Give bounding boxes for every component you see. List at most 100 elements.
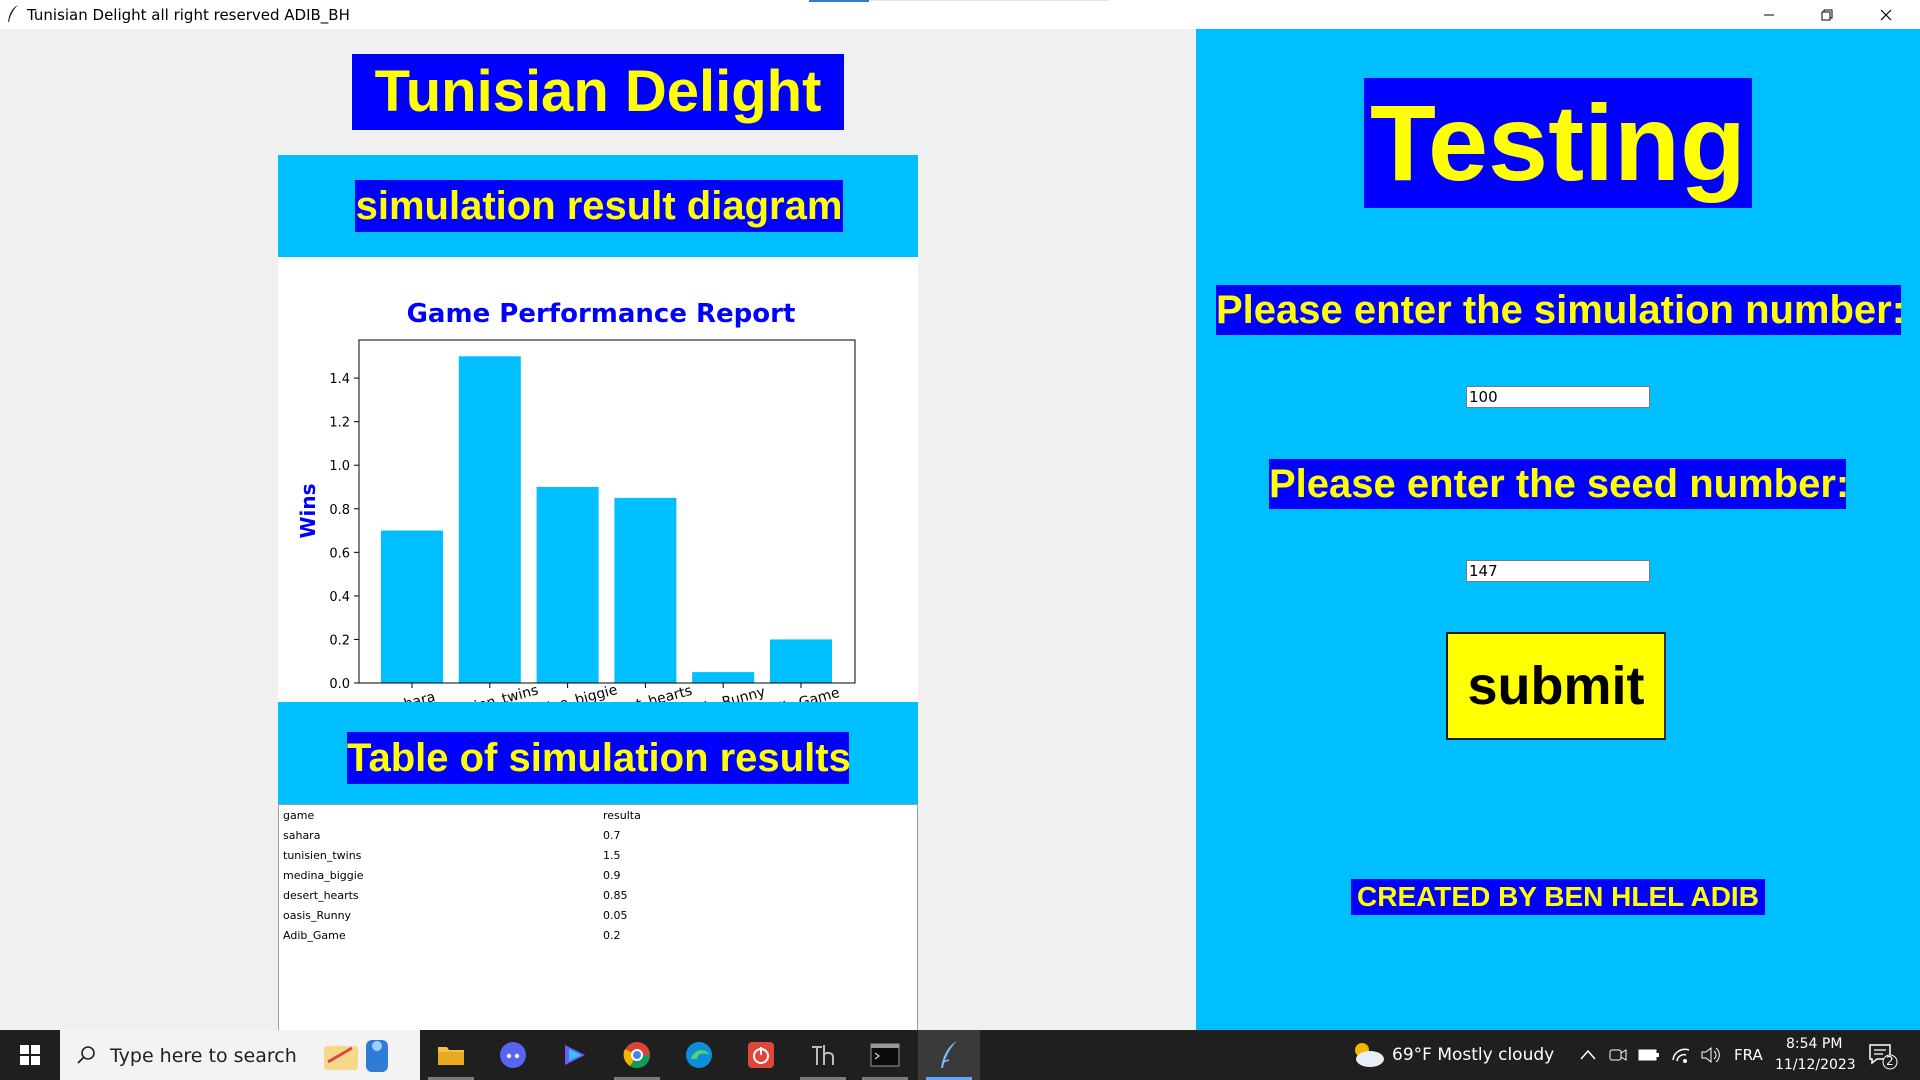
diagram-label: simulation result diagram [355,180,843,232]
taskbar-power-app[interactable] [730,1030,792,1080]
column-header-resulta[interactable]: resulta [603,809,641,822]
taskbar-chrome[interactable] [606,1030,668,1080]
start-button[interactable] [0,1030,60,1080]
table-header-row: game resulta [279,805,917,825]
cell-result: 0.05 [603,909,628,922]
y-tick-label: 0.6 [329,546,350,561]
taskbar: Type here to search 69°F Mostly cloudy F… [0,1030,1920,1080]
bar-medina_biggie [536,487,599,683]
testing-title: Testing [1364,78,1752,208]
table-row[interactable]: medina_biggie 0.9 [279,865,917,885]
volume-icon[interactable] [1700,1046,1720,1064]
chart-title: Game Performance Report [407,299,796,329]
right-pane: Testing Please enter the simulation numb… [1196,29,1920,1030]
submit-button[interactable]: submit [1446,632,1666,740]
python-feather-icon [941,1041,957,1068]
search-icon [77,1046,95,1064]
window-title: Tunisian Delight all right reserved ADIB… [27,6,350,24]
simulation-number-label: Please enter the simulation number: [1216,285,1905,335]
table-row[interactable]: tunisien_twins 1.5 [279,845,917,865]
y-tick-label: 0.4 [329,590,350,605]
table-row[interactable]: desert_hearts 0.85 [279,885,917,905]
table-label: Table of simulation results [347,732,851,784]
cell-result: 0.85 [603,889,628,902]
search-highlight-icon [324,1040,388,1072]
y-tick-label: 0.8 [329,503,350,518]
bar-desert_hearts [614,497,677,683]
bar-tunisien_twins [458,356,521,683]
meet-now-icon[interactable] [1609,1047,1627,1063]
diagram-header-band: simulation result diagram [278,155,918,257]
windows-logo-icon [20,1045,40,1065]
titlebar-accent [809,0,869,2]
taskbar-th-app[interactable] [792,1030,854,1080]
x-axis-ticks: saharatunisien_twinsmedina_biggiedesert_… [387,682,842,702]
taskbar-file-explorer[interactable] [420,1030,482,1080]
table-row[interactable]: sahara 0.7 [279,825,917,845]
bar-sahara [381,530,443,683]
battery-icon[interactable] [1638,1048,1660,1062]
taskbar-terminal[interactable] [854,1030,916,1080]
y-tick-label: 0.0 [329,677,350,692]
th-app-icon [812,1045,834,1065]
table-row[interactable]: oasis_Runny 0.05 [279,905,917,925]
window-titlebar: Tunisian Delight all right reserved ADIB… [0,0,1920,29]
terminal-icon [870,1043,900,1067]
taskbar-discord[interactable] [482,1030,544,1080]
taskbar-edge[interactable] [668,1030,730,1080]
cell-result: 1.5 [603,849,621,862]
file-explorer-icon [438,1047,464,1065]
y-tick-label: 1.2 [329,416,350,431]
edge-icon [686,1042,712,1068]
credit-label: CREATED BY BEN HLEL ADIB [1351,879,1765,915]
weather-cloud-icon[interactable] [1350,1040,1386,1068]
simulation-number-input[interactable] [1466,386,1650,408]
cell-game: oasis_Runny [283,909,352,922]
cell-game: tunisien_twins [283,849,362,862]
minimize-button[interactable] [1740,0,1798,29]
taskbar-edit-app[interactable] [544,1030,606,1080]
taskbar-python-app[interactable] [918,1030,980,1080]
chrome-icon [623,1042,651,1069]
bars-group [381,356,832,683]
y-axis-ticks: 0.0 0.2 0.4 0.6 0.8 1.0 1.2 1.4 [329,372,359,692]
wifi-icon[interactable] [1671,1046,1691,1064]
cell-game: Adib_Game [283,929,346,942]
app-title: Tunisian Delight [352,54,844,130]
search-placeholder: Type here to search [110,1045,297,1067]
restore-button[interactable] [1798,0,1856,29]
cell-game: sahara [283,829,321,842]
results-table[interactable]: game resulta sahara 0.7 tunisien_twins 1… [278,804,918,1059]
seed-number-input[interactable] [1466,560,1650,582]
table-row[interactable]: Adib_Game 0.2 [279,925,917,945]
weather-text[interactable]: 69°F Mostly cloudy [1392,1045,1554,1065]
clock-time[interactable]: 8:54 PM [1786,1036,1842,1052]
titlebar-divider [869,0,1109,1]
clock-date[interactable]: 11/12/2023 [1775,1057,1856,1073]
taskbar-search-box[interactable]: Type here to search [60,1030,420,1080]
discord-icon [500,1042,526,1068]
cell-game: desert_hearts [283,889,359,902]
x-tick-label: sahara [387,689,437,702]
close-button[interactable] [1857,0,1915,29]
cell-result: 0.2 [603,929,621,942]
chart-area: Game Performance Report Wins 0.0 0.2 0.4 0.… [278,257,918,702]
bar-Adib_Game [770,639,832,683]
chevron-up-icon[interactable] [1580,1049,1596,1061]
power-app-icon [748,1042,774,1068]
left-pane: Tunisian Delight simulation result diagr… [0,29,1196,1059]
cell-game: medina_biggie [283,869,364,882]
minimize-icon [1764,14,1774,15]
app-feather-icon [8,5,18,22]
restore-icon [1821,9,1833,20]
column-header-game[interactable]: game [283,809,314,822]
y-tick-label: 1.0 [329,459,350,474]
edit-app-icon [565,1045,585,1065]
language-indicator[interactable]: FRA [1734,1046,1763,1064]
y-tick-label: 1.4 [329,372,350,387]
table-header-band: Table of simulation results [278,702,918,804]
bar-oasis_Runny [692,672,755,683]
seed-number-label: Please enter the seed number: [1269,459,1849,509]
notification-count: 2 [1886,1054,1894,1068]
cell-result: 0.9 [603,869,621,882]
